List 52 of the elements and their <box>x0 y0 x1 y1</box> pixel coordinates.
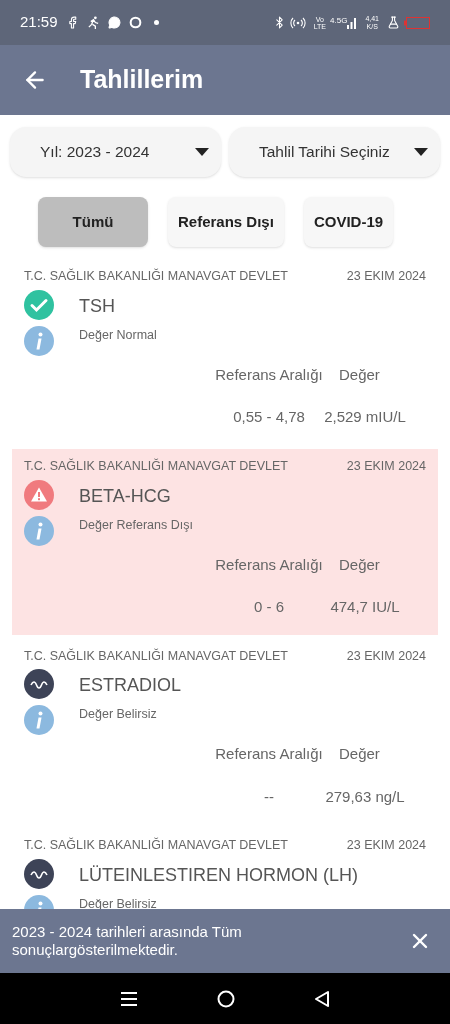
institution-name: T.C. SAĞLIK BAKANLIĞI MANAVGAT DEVLET <box>24 836 288 855</box>
reference-range: -- <box>263 786 275 807</box>
result-date: 23 EKIM 2024 <box>346 457 426 475</box>
result-value: 279,63 ng/L <box>324 786 406 807</box>
chat-icon <box>107 16 121 29</box>
institution-name: T.C. SAĞLIK BAKANLIĞI MANAVGAT DEVLET <box>24 267 288 285</box>
institution-name: T.C. SAĞLIK BAKANLIĞI MANAVGAT DEVLET <box>24 457 288 475</box>
caret-icon <box>195 148 209 156</box>
wave-icon <box>24 669 54 700</box>
result-date: 23 EKIM 2024 <box>346 268 426 285</box>
test-name: LÜTEINLESTIREN HORMON (LH) <box>79 864 359 887</box>
column-heading: Değer <box>339 364 380 385</box>
check-icon <box>24 289 54 320</box>
clock: 21:59 <box>20 12 58 33</box>
warning-icon <box>24 479 54 510</box>
filter-tab[interactable]: Tümü <box>38 197 148 247</box>
battery-icon <box>404 16 430 29</box>
column-heading: Değer <box>339 554 380 575</box>
test-name: ESTRADIOL <box>79 674 182 698</box>
result-date: 23 EKIM 2024 <box>346 837 426 855</box>
column-heading: Referans Aralığı <box>214 744 324 765</box>
back-icon[interactable] <box>314 989 331 1008</box>
filter-tab[interactable]: COVID-19 <box>303 197 394 247</box>
institution-name: T.C. SAĞLIK BAKANLIĞI MANAVGAT DEVLET <box>24 647 288 665</box>
home-icon[interactable] <box>217 989 235 1008</box>
dropdown[interactable]: Tahlil Tarihi Seçiniz <box>229 127 440 177</box>
circle-icon <box>128 16 142 29</box>
result-card[interactable]: T.C. SAĞLIK BAKANLIĞI MANAVGAT DEVLET 23 EKIM 2024 BETA-HCG Değer Referans Dışı Referans Aralığı Değer 0 - 6 474,7 IU/L <box>12 448 438 635</box>
hotspot-icon <box>289 16 306 29</box>
network-type: 4.5G <box>330 15 348 27</box>
page-title: Tahlillerim <box>80 64 204 96</box>
test-name: BETA-HCG <box>79 484 172 508</box>
runner-icon <box>86 16 100 29</box>
caret-icon <box>414 148 428 156</box>
flask-icon <box>387 16 400 29</box>
status-text: Değer Referans Dışı <box>79 516 193 534</box>
result-value: 2,529 mIU/L <box>323 407 407 428</box>
dropdown[interactable]: Yıl: 2023 - 2024 <box>10 127 221 177</box>
status-text: Değer Normal <box>79 326 157 344</box>
test-name: TSH <box>79 294 116 318</box>
wave-icon <box>24 859 54 889</box>
column-heading: Değer <box>339 744 380 765</box>
result-value: 474,7 IU/L <box>329 597 401 617</box>
signal-icon <box>347 16 358 29</box>
menu-icon[interactable] <box>119 990 138 1007</box>
column-heading: Referans Aralığı <box>214 364 324 385</box>
reference-range: 0 - 6 <box>253 597 285 617</box>
status-text: Değer Belirsiz <box>79 706 158 724</box>
filter-tab[interactable]: Referans Dışı <box>168 197 284 247</box>
dot-icon <box>153 20 159 25</box>
column-heading: Referans Aralığı <box>214 554 324 575</box>
result-date: 23 EKIM 2024 <box>346 647 426 665</box>
